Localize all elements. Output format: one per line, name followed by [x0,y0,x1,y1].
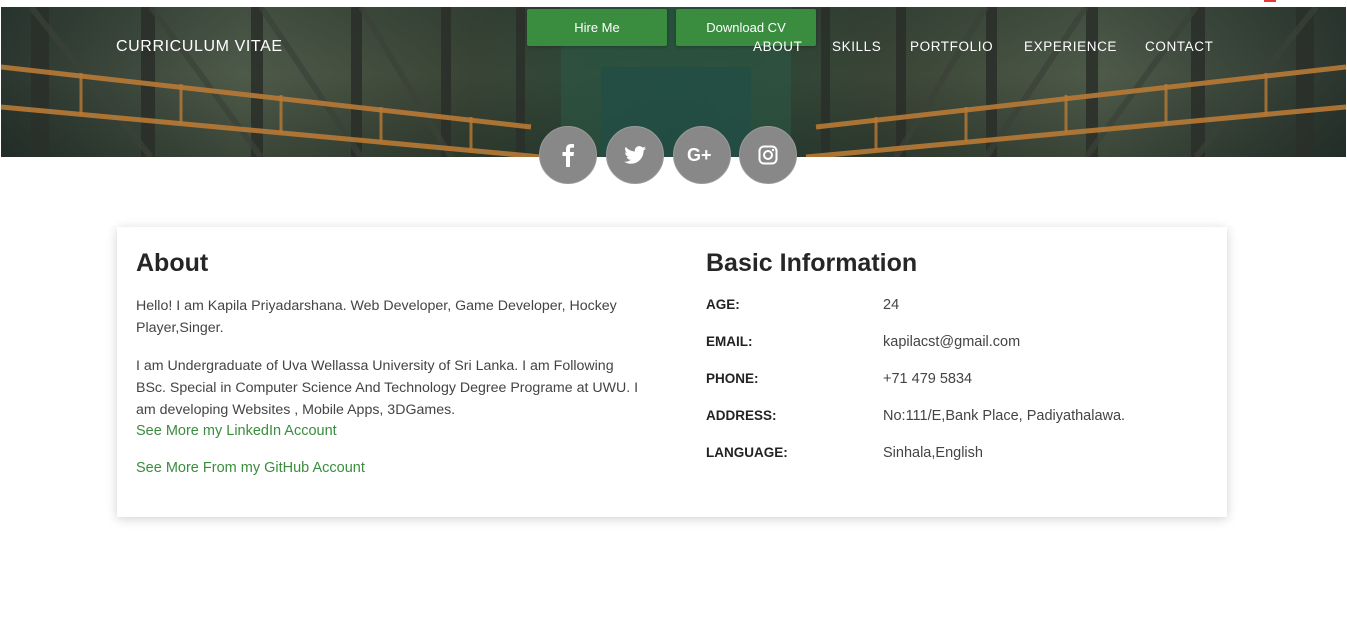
twitter-icon [624,146,646,164]
basic-info-title: Basic Information [706,249,918,277]
info-value: No:111/E,Bank Place, Padiyathalawa. [883,408,1126,424]
info-value: kapilacst@gmail.com [883,334,1021,350]
profile-card: About Hello! I am Kapila Priyadarshana. … [117,227,1227,517]
info-row-language: LANGUAGE: Sinhala,English [706,445,1206,467]
github-link[interactable]: See More From my GitHub Account [136,460,365,476]
about-title: About [136,249,209,277]
facebook-button[interactable] [539,126,597,184]
svg-text:G+: G+ [687,145,712,165]
about-intro: Hello! I am Kapila Priyadarshana. Web De… [136,298,617,336]
info-value: Sinhala,English [883,445,983,461]
info-label: ADDRESS: [706,408,777,423]
info-value: 24 [883,297,900,313]
google-plus-button[interactable]: G+ [673,126,731,184]
nav-item-contact[interactable]: CONTACT [1145,39,1213,54]
about-details: I am Undergraduate of Uva Wellassa Unive… [136,358,639,418]
instagram-icon [758,145,778,165]
nav-item-about[interactable]: ABOUT [753,39,803,54]
facebook-icon [562,144,574,167]
nav-item-experience[interactable]: EXPERIENCE [1024,39,1117,54]
instagram-button[interactable] [739,126,797,184]
main-nav: ABOUT SKILLS PORTFOLIO EXPERIENCE CONTAC… [0,39,1347,59]
header-banner [1,7,1346,157]
info-label: AGE: [706,297,740,312]
info-value: +71 479 5834 [883,371,973,387]
google-plus-icon: G+ [687,145,712,165]
info-row-age: AGE: 24 [706,297,1206,319]
info-label: PHONE: [706,371,759,386]
nav-item-skills[interactable]: SKILLS [832,39,881,54]
linkedin-link[interactable]: See More my LinkedIn Account [136,423,337,439]
info-label: EMAIL: [706,334,753,349]
nav-item-portfolio[interactable]: PORTFOLIO [910,39,993,54]
info-label: LANGUAGE: [706,445,788,460]
twitter-button[interactable] [606,126,664,184]
top-strip [0,0,1347,7]
info-row-phone: PHONE: +71 479 5834 [706,371,1206,393]
info-row-address: ADDRESS: No:111/E,Bank Place, Padiyathal… [706,408,1206,430]
top-accent-mark [1264,0,1276,2]
bridge-background-image [1,7,1346,157]
info-row-email: EMAIL: kapilacst@gmail.com [706,334,1206,356]
